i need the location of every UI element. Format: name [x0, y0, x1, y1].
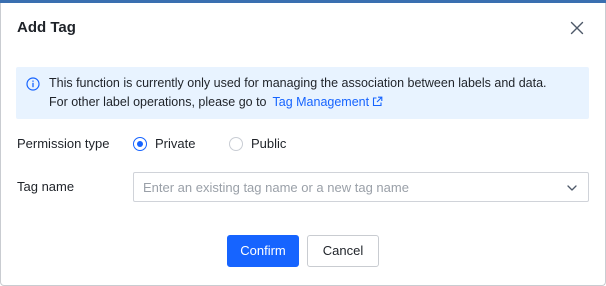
notice-text-line2-prefix: For other label operations, please go to — [49, 95, 267, 109]
confirm-button[interactable]: Confirm — [227, 235, 299, 267]
radio-private-label: Private — [155, 136, 196, 151]
radio-public-indicator — [229, 137, 243, 151]
tag-name-label: Tag name — [17, 179, 75, 194]
info-notice: This function is currently only used for… — [16, 67, 589, 119]
radio-private-indicator — [133, 137, 147, 151]
radio-private[interactable]: Private — [133, 134, 195, 154]
radio-public[interactable]: Public — [229, 134, 286, 154]
radio-public-label: Public — [251, 136, 287, 151]
tag-name-select[interactable]: Enter an existing tag name or a new tag … — [133, 172, 589, 202]
tag-management-link[interactable]: Tag Management — [273, 95, 384, 109]
close-button[interactable] — [567, 18, 587, 38]
tag-management-link-label: Tag Management — [272, 95, 370, 109]
chevron-down-icon — [567, 185, 577, 191]
external-link-icon — [373, 96, 383, 107]
notice-text-line1: This function is currently only used for… — [49, 76, 547, 90]
notice-text-line2: For other label operations, please go to… — [49, 95, 383, 110]
tag-name-placeholder: Enter an existing tag name or a new tag … — [143, 180, 409, 195]
permission-type-label: Permission type — [17, 136, 110, 151]
cancel-button[interactable]: Cancel — [307, 235, 379, 267]
info-icon — [26, 77, 40, 91]
close-icon — [570, 21, 584, 35]
dialog-title: Add Tag — [17, 19, 76, 36]
